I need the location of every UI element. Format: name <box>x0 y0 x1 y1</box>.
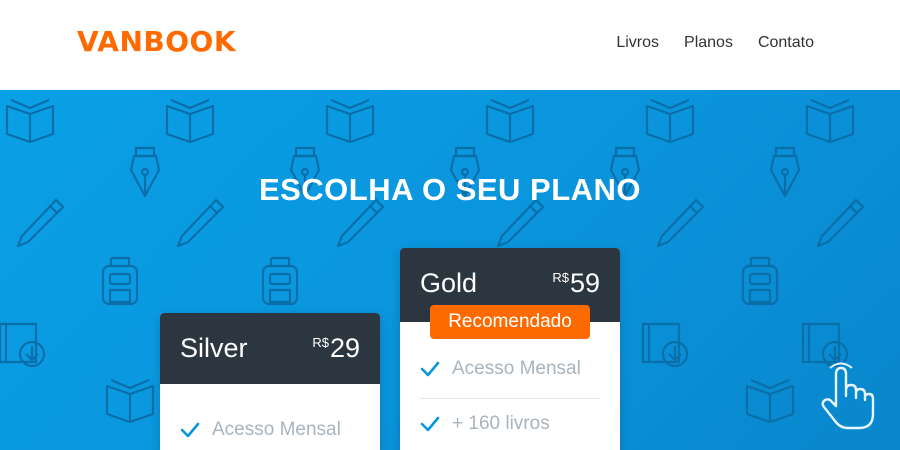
feature-label: + 160 livros <box>452 413 550 434</box>
main-nav: Livros Planos Contato <box>616 34 814 52</box>
plan-card-header: Silver R$ 29 <box>160 313 380 384</box>
recommended-badge: Recomendado <box>430 305 590 339</box>
plan-feature: Acesso Mensal <box>180 419 341 441</box>
check-icon <box>420 361 440 377</box>
plan-card-gold[interactable]: Gold R$ 59 Recomendado Acesso Mensal + 1… <box>400 248 620 450</box>
plan-feature: + 160 livros <box>420 413 550 435</box>
plan-name: Gold <box>420 268 478 298</box>
nav-link-planos[interactable]: Planos <box>684 34 733 52</box>
price-currency: R$ <box>312 335 329 350</box>
price-currency: R$ <box>552 270 569 285</box>
feature-divider <box>420 398 600 399</box>
plans-hero: ESCOLHA O SEU PLANO Silver R$ 29 Acesso … <box>0 90 900 450</box>
price-amount: 59 <box>569 268 600 298</box>
price-amount: 29 <box>329 333 360 363</box>
logo[interactable]: VANBOOK <box>77 25 236 58</box>
plan-price: R$ 59 <box>552 268 600 299</box>
hand-pointer-icon <box>821 362 875 430</box>
site-header: VANBOOK Livros Planos Contato <box>0 0 900 90</box>
plan-feature: Acesso Mensal <box>420 358 581 380</box>
page-title: ESCOLHA O SEU PLANO <box>258 172 642 207</box>
plan-name: Silver <box>180 333 248 363</box>
nav-link-contato[interactable]: Contato <box>758 34 814 52</box>
check-icon <box>180 422 200 438</box>
check-icon <box>420 416 440 432</box>
nav-link-livros[interactable]: Livros <box>616 34 659 52</box>
feature-label: Acesso Mensal <box>212 419 341 440</box>
plan-price: R$ 29 <box>312 333 360 364</box>
plan-card-silver[interactable]: Silver R$ 29 Acesso Mensal <box>160 313 380 450</box>
feature-label: Acesso Mensal <box>452 358 581 379</box>
